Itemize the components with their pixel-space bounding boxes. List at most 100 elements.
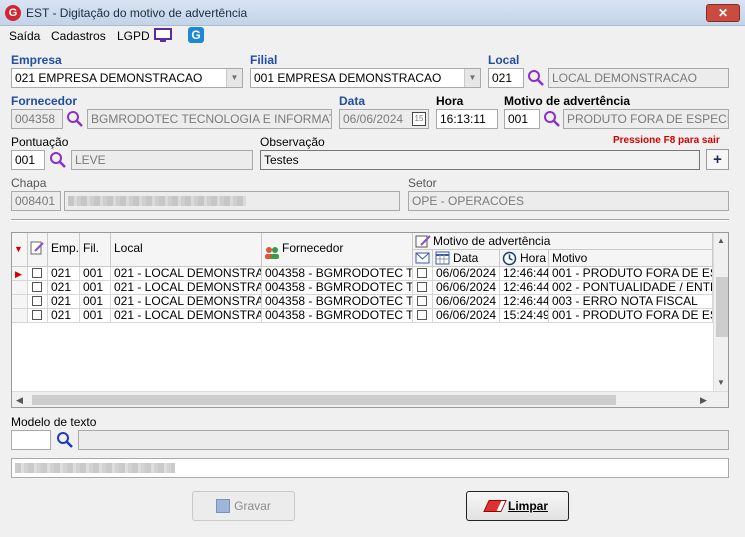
row-checkbox[interactable] <box>32 282 42 292</box>
local-code-input[interactable]: 021 <box>488 68 524 88</box>
col-fornecedor-header[interactable]: Fornecedor <box>262 233 413 267</box>
row-mail-checkbox[interactable] <box>417 310 427 320</box>
empresa-select[interactable]: 021 EMPRESA DEMONSTRACAO ▼ <box>11 68 243 88</box>
local-label: Local <box>488 53 520 67</box>
cell-fil[interactable]: 001 <box>80 267 111 281</box>
people-icon <box>264 241 280 266</box>
search-icon[interactable] <box>66 110 84 128</box>
chevron-down-icon[interactable]: ▼ <box>226 69 242 87</box>
vertical-scrollbar[interactable]: ▲ ▼ <box>713 233 728 391</box>
col-local-header[interactable]: Local <box>111 233 262 267</box>
pontuacao-code-input[interactable]: 001 <box>11 150 45 170</box>
cell-local[interactable]: 021 - LOCAL DEMONSTRA... <box>111 309 262 323</box>
gravar-button[interactable]: Gravar <box>192 491 295 521</box>
cell-fornecedor[interactable]: 004358 - BGMRODOTEC TE... <box>262 295 413 309</box>
row-indicator[interactable] <box>12 281 28 295</box>
gravar-label: Gravar <box>234 499 271 513</box>
scroll-left-icon[interactable]: ◀ <box>16 395 23 406</box>
cell-fil[interactable]: 001 <box>80 295 111 309</box>
scroll-up-icon[interactable]: ▲ <box>717 236 725 245</box>
cell-fornecedor[interactable]: 004358 - BGMRODOTEC TE... <box>262 281 413 295</box>
scroll-thumb[interactable] <box>716 277 728 337</box>
observacao-input[interactable]: Testes <box>260 150 700 170</box>
search-icon[interactable] <box>543 110 561 128</box>
cell-motivo[interactable]: 003 - ERRO NOTA FISCAL <box>549 295 713 309</box>
row-select-cell <box>28 267 48 281</box>
search-icon[interactable] <box>527 69 545 87</box>
cell-local[interactable]: 021 - LOCAL DEMONSTRA... <box>111 267 262 281</box>
cell-hora[interactable]: 12:46:44 <box>500 281 549 295</box>
cell-data[interactable]: 06/06/2024 <box>433 309 500 323</box>
brand-g-icon[interactable]: G <box>188 27 204 43</box>
filial-select[interactable]: 001 EMPRESA DEMONSTRACAO ▼ <box>250 68 481 88</box>
cell-emp[interactable]: 021 <box>48 309 80 323</box>
col-emp-header[interactable]: Emp. <box>48 233 80 267</box>
menu-cadastros[interactable]: Cadastros <box>51 29 106 43</box>
cell-emp[interactable]: 021 <box>48 295 80 309</box>
cell-data[interactable]: 06/06/2024 <box>433 281 500 295</box>
row-checkbox[interactable] <box>32 296 42 306</box>
table-row[interactable]: 021 001 021 - LOCAL DEMONSTRA... 004358 - B… <box>12 309 713 323</box>
col-motivo-header[interactable]: Motivo <box>549 250 713 267</box>
cell-hora[interactable]: 15:24:49 <box>500 309 549 323</box>
cell-fornecedor[interactable]: 004358 - BGMRODOTEC TE... <box>262 309 413 323</box>
table-row[interactable]: 021 001 021 - LOCAL DEMONSTRA... 004358 - B… <box>12 281 713 295</box>
cell-hora[interactable]: 12:46:44 <box>500 267 549 281</box>
cell-motivo[interactable]: 001 - PRODUTO FORA DE ESPE <box>549 309 713 323</box>
cell-fornecedor[interactable]: 004358 - BGMRODOTEC TE... <box>262 267 413 281</box>
row-mail-checkbox[interactable] <box>417 268 427 278</box>
advertencias-grid[interactable]: ▼ Emp. Fil. Local Fornecedor Motivo de a… <box>11 232 729 408</box>
add-button[interactable]: + <box>706 149 729 170</box>
row-indicator[interactable] <box>12 295 28 309</box>
col-fil-header[interactable]: Fil. <box>80 233 111 267</box>
data-input[interactable]: 06/06/2024 15 <box>339 109 429 129</box>
hora-input[interactable]: 16:13:11 <box>436 109 498 129</box>
calendar-icon[interactable]: 15 <box>412 112 426 126</box>
scroll-right-icon[interactable]: ▶ <box>700 395 707 406</box>
table-row[interactable]: ▶ 021 001 021 - LOCAL DEMONSTRA... 004358 - … <box>12 267 713 281</box>
col-hora-header[interactable]: Hora <box>500 250 549 267</box>
pontuacao-label: Pontuação <box>11 135 69 149</box>
motivo-code-input[interactable]: 001 <box>504 109 540 129</box>
fornecedor-code-field[interactable]: 004358 <box>11 109 63 129</box>
col-data-header[interactable]: Data <box>433 250 500 267</box>
cell-data[interactable]: 06/06/2024 <box>433 267 500 281</box>
horizontal-scrollbar[interactable]: ◀ ▶ <box>12 391 728 407</box>
menu-lgpd[interactable]: LGPD <box>117 29 150 43</box>
row-mail-checkbox[interactable] <box>417 282 427 292</box>
cell-local[interactable]: 021 - LOCAL DEMONSTRA... <box>111 281 262 295</box>
col-mail-header[interactable] <box>413 250 433 267</box>
row-mail-cell <box>413 309 433 323</box>
cell-motivo[interactable]: 001 - PRODUTO FORA DE ESPE <box>549 267 713 281</box>
search-icon[interactable] <box>56 431 74 449</box>
row-mail-checkbox[interactable] <box>417 296 427 306</box>
row-indicator[interactable] <box>12 309 28 323</box>
limpar-button[interactable]: Limpar <box>466 491 569 521</box>
cell-data[interactable]: 06/06/2024 <box>433 295 500 309</box>
row-indicator[interactable]: ▶ <box>12 267 28 281</box>
row-checkbox[interactable] <box>32 268 42 278</box>
search-icon[interactable] <box>49 151 67 169</box>
sort-indicator-header[interactable]: ▼ <box>12 233 28 267</box>
cell-motivo[interactable]: 002 - PONTUALIDADE / ENTREG <box>549 281 713 295</box>
cell-fil[interactable]: 001 <box>80 309 111 323</box>
scroll-thumb-horizontal[interactable] <box>32 395 616 405</box>
cell-hora[interactable]: 12:46:44 <box>500 295 549 309</box>
cell-local[interactable]: 021 - LOCAL DEMONSTRA... <box>111 295 262 309</box>
hora-label: Hora <box>436 94 464 108</box>
modelo-code-input[interactable] <box>11 430 51 450</box>
cell-fil[interactable]: 001 <box>80 281 111 295</box>
scroll-down-icon[interactable]: ▼ <box>717 378 725 387</box>
cell-emp[interactable]: 021 <box>48 267 80 281</box>
select-column-header[interactable] <box>28 233 48 267</box>
row-select-cell <box>28 309 48 323</box>
chapa-code-field: 008401 <box>11 191 61 211</box>
monitor-icon[interactable] <box>154 28 172 43</box>
table-row[interactable]: 021 001 021 - LOCAL DEMONSTRA... 004358 - B… <box>12 295 713 309</box>
pontuacao-desc-field: LEVE <box>71 150 253 170</box>
chevron-down-icon[interactable]: ▼ <box>464 69 480 87</box>
close-button[interactable]: ✕ <box>706 4 740 22</box>
cell-emp[interactable]: 021 <box>48 281 80 295</box>
menu-saida[interactable]: Saída <box>9 29 40 43</box>
row-checkbox[interactable] <box>32 310 42 320</box>
